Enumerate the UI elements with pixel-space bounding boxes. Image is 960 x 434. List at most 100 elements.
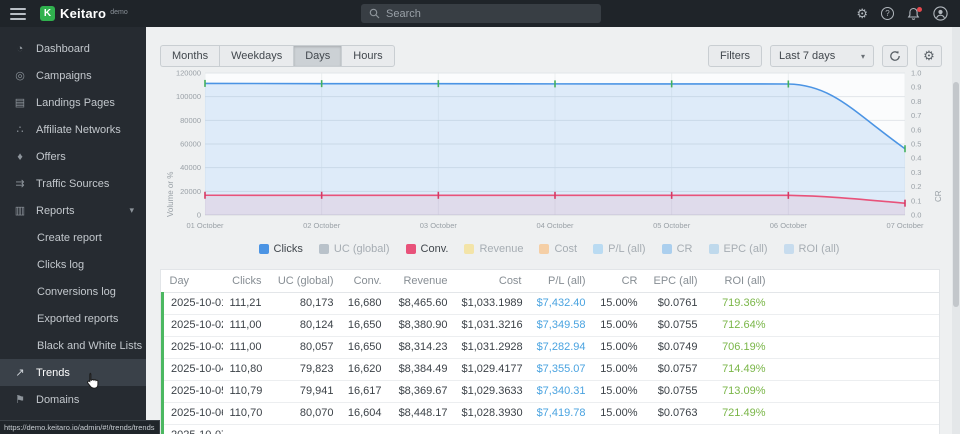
table-cell: 111,00 [223, 336, 269, 358]
menu-icon[interactable] [10, 8, 26, 20]
x-tick-label: 01 October [186, 221, 224, 230]
table-cell: $7,349.58 [529, 314, 593, 336]
refresh-button[interactable] [882, 45, 908, 67]
account-icon[interactable] [933, 6, 948, 21]
sidebar-item-label: Domains [36, 394, 79, 406]
help-icon[interactable]: ? [881, 7, 894, 20]
table-cell: 110,80 [223, 358, 269, 380]
tab-days[interactable]: Days [293, 45, 341, 67]
y-tick-label-right: 0.5 [911, 140, 921, 149]
table-cell: 110,70 [223, 402, 269, 424]
sidebar-item-label: Black and White Lists [37, 340, 142, 352]
column-header-uc-global[interactable]: UC (global) [269, 270, 341, 292]
tab-hours[interactable]: Hours [341, 45, 394, 67]
legend-label: Conv. [421, 243, 449, 255]
column-header-clicks[interactable]: Clicks [223, 270, 269, 292]
table-cell: $0.0761 [645, 292, 705, 314]
table-cell: 2025-10-01 [163, 292, 223, 314]
legend-item-epc-all[interactable]: EPC (all) [709, 243, 768, 255]
dashboard-icon: ◔ [13, 43, 27, 55]
tab-months[interactable]: Months [160, 45, 219, 67]
sidebar-item-dashboard[interactable]: ◔ Dashboard [0, 35, 146, 62]
table-row[interactable]: 2025-10-02111,0080,12416,650$8,380.90$1,… [163, 314, 940, 336]
table-cell: $1,029.3633 [455, 380, 529, 402]
legend-item-cost[interactable]: Cost [539, 243, 577, 255]
view-tabs: MonthsWeekdaysDaysHours [160, 45, 395, 67]
x-tick-label: 06 October [770, 221, 808, 230]
notifications-bell-icon[interactable] [907, 7, 920, 21]
legend-item-clicks[interactable]: Clicks [259, 243, 303, 255]
sidebar-item-label: Landings Pages [36, 97, 115, 109]
table-cell: $7,432.40 [529, 292, 593, 314]
legend-item-cr[interactable]: CR [662, 243, 693, 255]
table-row[interactable]: 2025-10-07 [163, 424, 940, 434]
sidebar-item-trends[interactable]: ↗Trends [0, 359, 146, 386]
notification-dot [917, 7, 922, 12]
page-scrollbar[interactable] [952, 27, 960, 434]
legend-swatch-icon [593, 244, 603, 254]
table-row[interactable]: 2025-10-01111,2180,17316,680$8,465.60$1,… [163, 292, 940, 314]
sidebar-item-domains[interactable]: ⚑Domains [0, 386, 146, 413]
column-header-conv[interactable]: Conv. [341, 270, 389, 292]
table-cell [455, 424, 529, 434]
table-cell: $8,314.23 [389, 336, 455, 358]
table-cell: 16,604 [341, 402, 389, 424]
column-header-epc-all[interactable]: EPC (all) [645, 270, 705, 292]
legend-item-revenue[interactable]: Revenue [464, 243, 523, 255]
search-input[interactable]: Search [361, 4, 601, 23]
table-cell: $0.0757 [645, 358, 705, 380]
sidebar-item-traffic-sources[interactable]: ⇉Traffic Sources [0, 170, 146, 197]
legend-label: P/L (all) [608, 243, 646, 255]
toolbar-right: Filters Last 7 days ▾ ⚙ [708, 45, 942, 67]
column-header-filler [773, 270, 940, 292]
table-row[interactable]: 2025-10-04110,8079,82316,620$8,384.49$1,… [163, 358, 940, 380]
column-header-cost[interactable]: Cost [455, 270, 529, 292]
column-header-cr[interactable]: CR [593, 270, 645, 292]
table-cell: 16,617 [341, 380, 389, 402]
trends-table: DayClicksUC (global)Conv.RevenueCostP/L … [161, 270, 939, 434]
x-tick-label: 07 October [886, 221, 924, 230]
chart-settings-button[interactable]: ⚙ [916, 45, 942, 67]
legend-item-conv[interactable]: Conv. [406, 243, 449, 255]
x-tick-label: 02 October [303, 221, 341, 230]
sidebar-item-black-white-lists[interactable]: Black and White Lists [0, 332, 146, 359]
table-row[interactable]: 2025-10-05110,7979,94116,617$8,369.67$1,… [163, 380, 940, 402]
table-cell: $0.0755 [645, 314, 705, 336]
table-row[interactable]: 2025-10-06110,7080,07016,604$8,448.17$1,… [163, 402, 940, 424]
column-header-day[interactable]: Day [163, 270, 223, 292]
table-row[interactable]: 2025-10-03111,0080,05716,650$8,314.23$1,… [163, 336, 940, 358]
table-cell: 2025-10-04 [163, 358, 223, 380]
sidebar-item-affiliate-networks[interactable]: ∴Affiliate Networks [0, 116, 146, 143]
column-header-revenue[interactable]: Revenue [389, 270, 455, 292]
settings-icon[interactable]: ⚙ [856, 7, 868, 20]
column-header-p-l-all[interactable]: P/L (all) [529, 270, 593, 292]
sidebar-item-create-report[interactable]: Create report [0, 224, 146, 251]
offers-icon: ♦ [13, 151, 27, 163]
column-header-roi-all[interactable]: ROI (all) [705, 270, 773, 292]
date-range-select[interactable]: Last 7 days ▾ [770, 45, 874, 67]
scrollbar-thumb[interactable] [953, 82, 959, 307]
legend-item-p-l-all[interactable]: P/L (all) [593, 243, 646, 255]
table-cell: 15.00% [593, 314, 645, 336]
tab-weekdays[interactable]: Weekdays [219, 45, 293, 67]
sidebar-item-landings-pages[interactable]: ▤Landings Pages [0, 89, 146, 116]
table-cell: $8,384.49 [389, 358, 455, 380]
sidebar-item-conversions-log[interactable]: Conversions log [0, 278, 146, 305]
sidebar-item-offers[interactable]: ♦Offers [0, 143, 146, 170]
sidebar-item-label: Dashboard [36, 43, 90, 55]
legend-item-roi-all[interactable]: ROI (all) [784, 243, 840, 255]
table-cell: 714.49% [705, 358, 773, 380]
affiliate-networks-icon: ∴ [13, 123, 27, 136]
sidebar-item-clicks-log[interactable]: Clicks log [0, 251, 146, 278]
sidebar-item-label: Campaigns [36, 70, 92, 82]
legend-item-uc-global[interactable]: UC (global) [319, 243, 390, 255]
logo-mark-icon: K [40, 6, 55, 21]
table-cell: 79,941 [269, 380, 341, 402]
x-tick-label: 04 October [536, 221, 574, 230]
y-tick-label-left: 100000 [176, 92, 201, 101]
sidebar-item-campaigns[interactable]: ◎Campaigns [0, 62, 146, 89]
sidebar-item-exported-reports[interactable]: Exported reports [0, 305, 146, 332]
filters-button[interactable]: Filters [708, 45, 762, 67]
sidebar-item-reports[interactable]: ▥Reports▾ [0, 197, 146, 224]
keitaro-logo[interactable]: K Keitaro demo [40, 6, 128, 21]
